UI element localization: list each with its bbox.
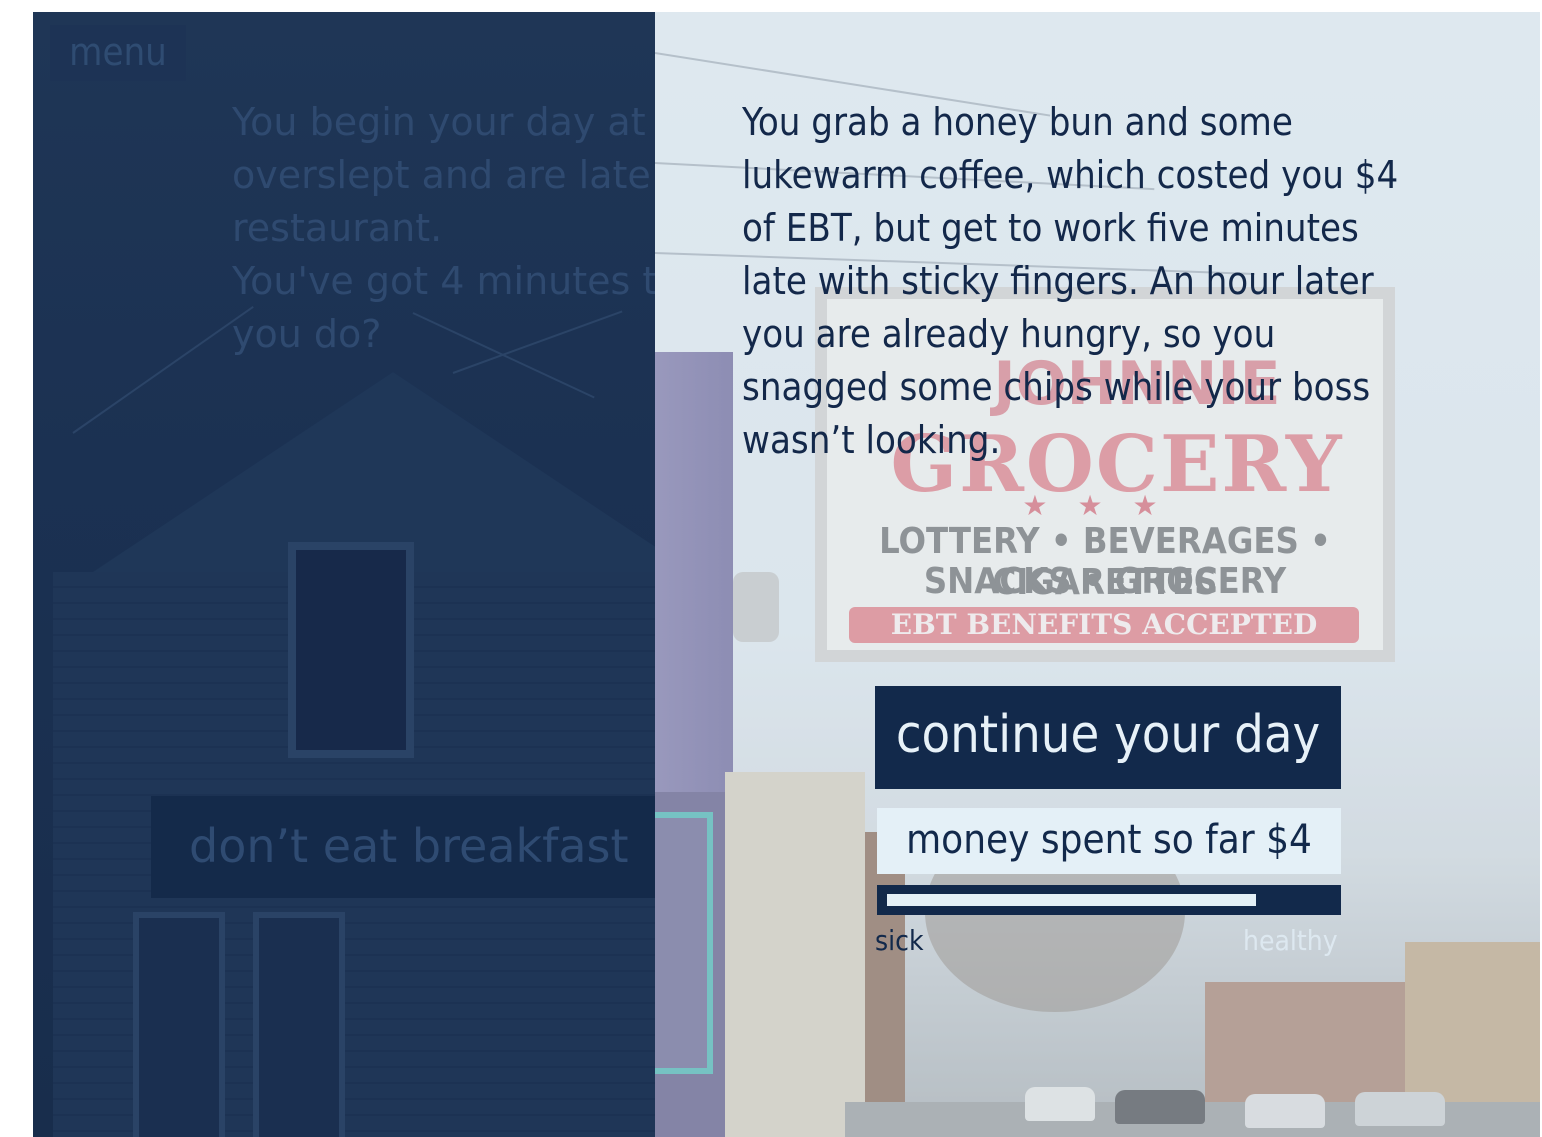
money-spent-display: money spent so far $4 (877, 808, 1341, 874)
continue-button[interactable]: continue your day (875, 686, 1341, 789)
previous-story-text: You begin your day at 7:45 a overslept a… (232, 100, 655, 356)
previous-scene-panel: menu You begin your day at 7:45 a oversl… (33, 12, 655, 1137)
previous-choice-button: don’t eat breakfast (151, 796, 655, 898)
health-max-label: healthy (1243, 924, 1338, 957)
menu-button[interactable]: menu (50, 25, 186, 81)
house-door (253, 912, 345, 1137)
story-text: You grab a honey bun and some lukewarm c… (742, 100, 1399, 462)
current-scene-panel: JOHNNIE GROCERY ★★★ LOTTERY • BEVERAGES … (655, 12, 1540, 1137)
house-door (133, 912, 225, 1137)
health-bar-fill (887, 894, 1256, 906)
health-min-label: sick (875, 924, 924, 957)
health-bar (877, 885, 1341, 915)
game-stage: menu You begin your day at 7:45 a oversl… (33, 12, 1540, 1137)
house-window (288, 542, 414, 758)
